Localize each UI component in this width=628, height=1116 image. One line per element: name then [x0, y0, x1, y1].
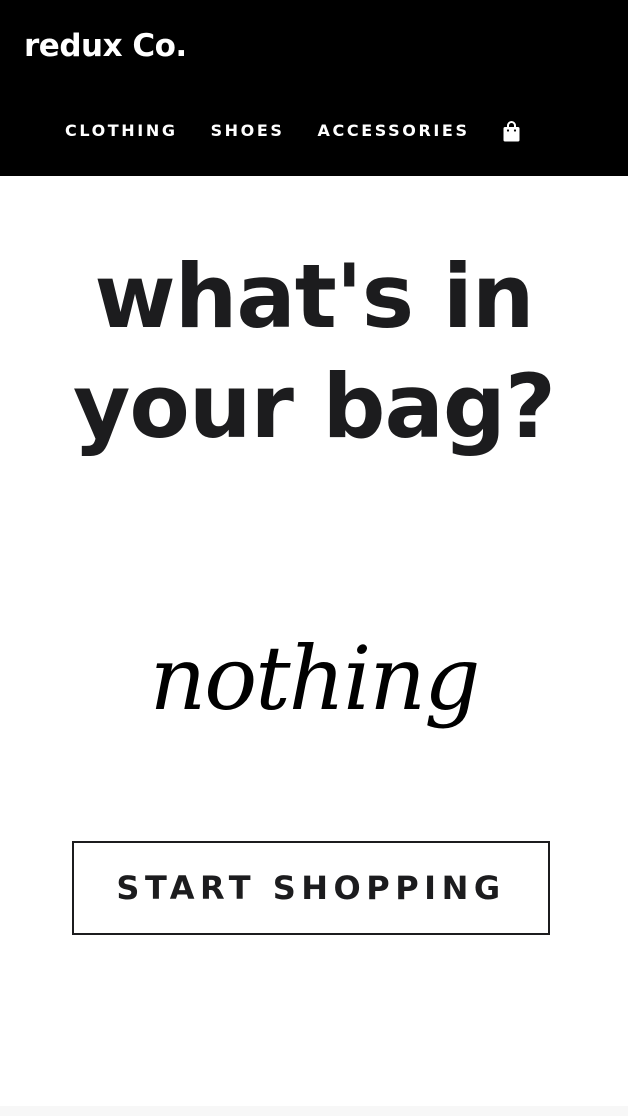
- empty-cart-message: nothing: [149, 627, 481, 730]
- site-header: redux Co. CLOTHING SHOES ACCESSORIES: [0, 0, 628, 176]
- shopping-bag-icon[interactable]: [503, 120, 520, 142]
- cart-empty-section: what's in your bag? nothing START SHOPPI…: [0, 176, 628, 1116]
- title-line-1: what's in: [94, 245, 534, 348]
- nav-item-shoes[interactable]: SHOES: [211, 119, 285, 143]
- title-line-2: your bag?: [73, 355, 556, 458]
- page-bottom-strip: [0, 1106, 628, 1116]
- nav-item-clothing[interactable]: CLOTHING: [65, 119, 178, 143]
- nav-item-accessories[interactable]: ACCESSORIES: [318, 119, 470, 143]
- brand-logo[interactable]: redux Co.: [24, 24, 187, 68]
- page-title: what's in your bag?: [0, 242, 628, 462]
- main-nav: CLOTHING SHOES ACCESSORIES: [65, 118, 520, 144]
- start-shopping-button[interactable]: START SHOPPING: [72, 841, 550, 935]
